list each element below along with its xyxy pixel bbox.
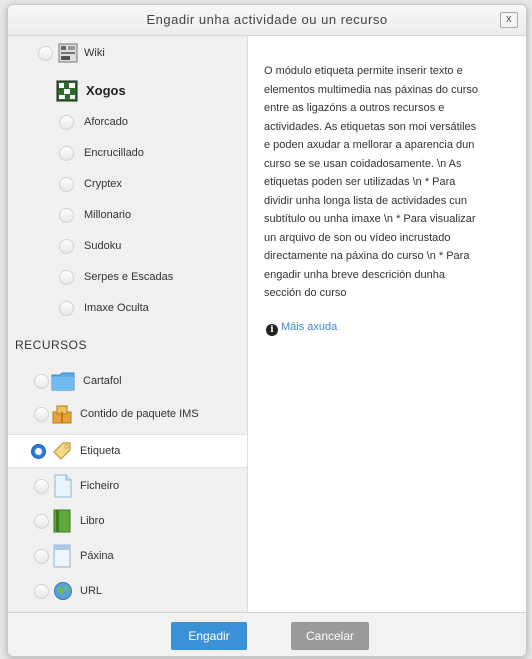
folder-icon [51, 372, 75, 391]
radio-wiki[interactable] [38, 46, 53, 61]
radio-etiqueta-selected[interactable] [31, 444, 46, 459]
option-xogos[interactable]: Xogos [8, 76, 247, 106]
radio-cryptex[interactable] [59, 177, 74, 192]
option-label: Ficheiro [80, 480, 120, 492]
option-label: Encrucillado [84, 147, 144, 159]
dialog-title: Engadir unha actividade ou un recurso [146, 12, 388, 27]
option-label: Libro [80, 515, 105, 527]
book-icon [53, 509, 71, 533]
radio-aforcado[interactable] [59, 115, 74, 130]
option-label: URL [80, 585, 103, 597]
option-etiqueta[interactable]: Etiqueta [8, 434, 247, 468]
option-millonario[interactable]: Millonario [8, 200, 247, 230]
option-ficheiro[interactable]: Ficheiro [8, 471, 247, 501]
option-label: Imaxe Oculta [84, 302, 149, 314]
label-tag-icon [53, 442, 71, 460]
option-serpes-e-escadas[interactable]: Serpes e Escadas [8, 262, 247, 292]
radio-imaxe-oculta[interactable] [59, 301, 74, 316]
module-chooser-list: Wiki Xogos Aforcado Encrucillado Cryptex [8, 36, 248, 612]
add-activity-dialog: Engadir unha actividade ou un recurso x … [7, 4, 527, 657]
radio-contido-de-paquete-ims[interactable] [34, 407, 49, 422]
option-label: Aforcado [84, 116, 129, 128]
option-contido-de-paquete-ims[interactable]: Contido de paquete IMS [8, 399, 247, 429]
option-libro[interactable]: Libro [8, 506, 247, 536]
dialog-titlebar: Engadir unha actividade ou un recurso x [8, 5, 526, 36]
option-label: Cryptex [84, 178, 122, 190]
option-label: Páxina [80, 550, 114, 562]
option-aforcado[interactable]: Aforcado [8, 107, 247, 137]
info-icon: i [266, 324, 278, 336]
wiki-icon [58, 43, 78, 63]
option-url[interactable]: URL [8, 576, 247, 606]
option-label: Cartafol [83, 375, 122, 387]
cancel-button[interactable]: Cancelar [291, 622, 369, 650]
option-label: Serpes e Escadas [84, 271, 174, 283]
radio-libro[interactable] [34, 514, 49, 529]
option-paxina[interactable]: Páxina [8, 541, 247, 571]
radio-sudoku[interactable] [59, 239, 74, 254]
option-label: Sudoku [84, 240, 122, 252]
option-label: Contido de paquete IMS [80, 408, 199, 420]
option-encrucillado[interactable]: Encrucillado [8, 138, 247, 168]
option-imaxe-oculta[interactable]: Imaxe Oculta [8, 293, 247, 323]
games-icon [56, 80, 78, 102]
page-icon [53, 544, 71, 568]
radio-millonario[interactable] [59, 208, 74, 223]
add-button[interactable]: Engadir [171, 622, 247, 650]
option-wiki[interactable]: Wiki [8, 38, 247, 68]
option-label: Xogos [86, 83, 126, 98]
option-cryptex[interactable]: Cryptex [8, 169, 247, 199]
close-button[interactable]: x [500, 12, 518, 28]
resources-heading: RECURSOS [15, 338, 88, 352]
file-icon [54, 474, 72, 498]
option-cartafol[interactable]: Cartafol [8, 366, 247, 396]
option-label: Millonario [84, 209, 132, 221]
option-label: Wiki [84, 47, 105, 59]
radio-url[interactable] [34, 584, 49, 599]
url-globe-icon [54, 582, 72, 600]
ims-package-icon [52, 405, 72, 424]
module-description-panel: O módulo etiqueta permite inserir texto … [248, 36, 526, 612]
dialog-footer: Engadir Cancelar [8, 612, 526, 656]
radio-encrucillado[interactable] [59, 146, 74, 161]
option-label: Etiqueta [80, 445, 121, 457]
option-sudoku[interactable]: Sudoku [8, 231, 247, 261]
radio-serpes-e-escadas[interactable] [59, 270, 74, 285]
more-help-link[interactable]: i Máis axuda [266, 321, 337, 336]
radio-paxina[interactable] [34, 549, 49, 564]
module-description: O módulo etiqueta permite inserir texto … [264, 65, 479, 299]
radio-cartafol[interactable] [34, 374, 49, 389]
radio-ficheiro[interactable] [34, 479, 49, 494]
more-help-label: Máis axuda [281, 321, 338, 333]
